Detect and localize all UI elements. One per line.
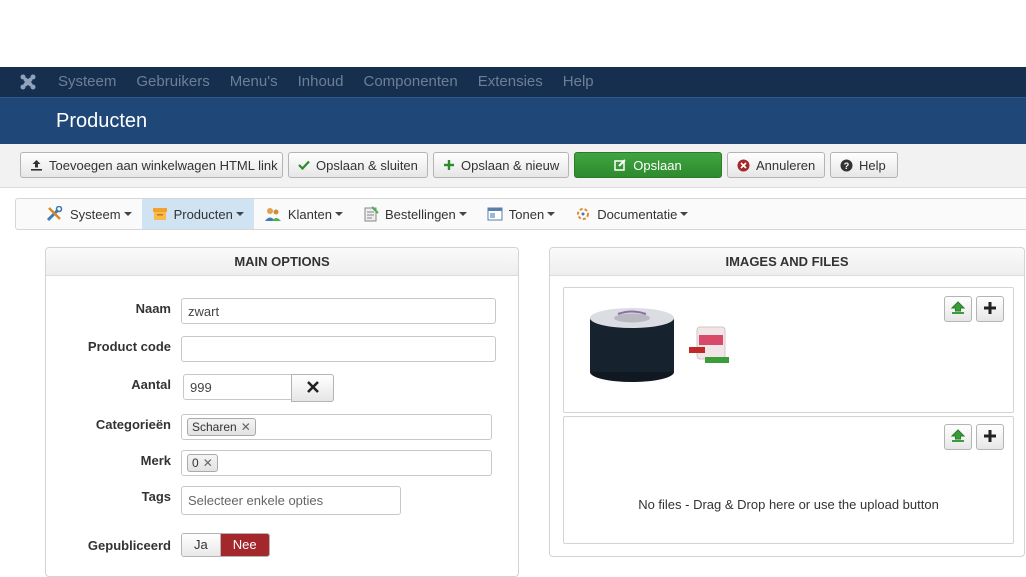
name-input[interactable]: zwart [181, 298, 496, 324]
edit-icon [614, 159, 627, 171]
main-options-heading: MAIN OPTIONS [46, 248, 518, 276]
cancel-button[interactable]: Annuleren [727, 152, 825, 178]
display-window-icon [487, 207, 503, 221]
submenu-documentatie[interactable]: Documentatie [565, 199, 698, 229]
tags-label: Tags [141, 489, 171, 504]
upload-icon [30, 159, 43, 171]
clear-quantity-button[interactable] [291, 374, 334, 402]
submenu-producten[interactable]: Producten [141, 199, 254, 229]
topnav-help[interactable]: Help [553, 67, 604, 97]
customers-icon [264, 206, 282, 222]
component-submenu: Systeem Producten Klanten Bestellingen T… [15, 198, 1026, 230]
tags-input[interactable]: Selecteer enkele opties [181, 486, 401, 515]
orders-icon [363, 206, 379, 222]
published-no-option[interactable]: Nee [220, 534, 269, 556]
close-icon [306, 380, 320, 397]
submenu-klanten[interactable]: Klanten [254, 199, 353, 229]
submenu-systeem[interactable]: Systeem [36, 199, 142, 229]
save-new-button[interactable]: Opslaan & nieuw [433, 152, 569, 178]
topnav-inhoud[interactable]: Inhoud [288, 67, 354, 97]
no-files-message: No files - Drag & Drop here or use the u… [638, 497, 939, 512]
page-title: Producten [56, 110, 148, 132]
check-icon [298, 160, 310, 170]
product-image-tape-roll[interactable] [588, 306, 676, 387]
save-close-button[interactable]: Opslaan & sluiten [288, 152, 428, 178]
product-image-package[interactable] [689, 325, 731, 368]
topnav-gebruikers[interactable]: Gebruikers [126, 67, 219, 97]
submenu-bestellingen[interactable]: Bestellingen [353, 199, 477, 229]
quantity-label: Aantal [131, 377, 171, 392]
topnav-extensies[interactable]: Extensies [468, 67, 553, 97]
main-options-panel: MAIN OPTIONS [45, 247, 519, 577]
page-title-bar: Producten [0, 97, 1026, 144]
topnav-componenten[interactable]: Componenten [354, 67, 468, 97]
upload-image-button[interactable] [944, 296, 972, 322]
product-code-label: Product code [87, 339, 171, 354]
topnav-menus[interactable]: Menu's [220, 67, 288, 97]
product-code-input[interactable] [181, 336, 496, 362]
cancel-circle-icon [737, 159, 750, 172]
save-button[interactable]: Opslaan [574, 152, 722, 178]
published-toggle: Ja Nee [181, 533, 270, 557]
plus-icon [983, 429, 997, 446]
help-button[interactable]: ? Help [830, 152, 898, 178]
action-toolbar: Toevoegen aan winkelwagen HTML link Opsl… [0, 144, 1026, 188]
add-to-cart-link-button[interactable]: Toevoegen aan winkelwagen HTML link [20, 152, 283, 178]
add-file-button[interactable] [976, 424, 1004, 450]
add-image-button[interactable] [976, 296, 1004, 322]
plus-icon [983, 301, 997, 318]
tools-icon [46, 206, 64, 222]
documentation-icon [575, 206, 591, 222]
upload-arrow-icon [950, 300, 966, 318]
admin-top-nav: Systeem Gebruikers Menu's Inhoud Compone… [0, 67, 1026, 97]
upload-file-button[interactable] [944, 424, 972, 450]
published-yes-option[interactable]: Ja [182, 534, 221, 556]
submenu-tonen[interactable]: Tonen [477, 199, 565, 229]
remove-chip-icon[interactable]: ✕ [241, 420, 251, 434]
images-files-heading: IMAGES AND FILES [550, 248, 1024, 276]
categories-select[interactable]: Scharen ✕ [181, 414, 492, 440]
quantity-input[interactable]: 999 [183, 374, 293, 400]
upload-arrow-icon [950, 428, 966, 446]
categories-label: Categorieën [95, 417, 171, 432]
remove-chip-icon[interactable]: ✕ [203, 456, 213, 470]
topnav-systeem[interactable]: Systeem [48, 67, 126, 97]
brand-select[interactable]: 0 ✕ [181, 450, 492, 476]
svg-text:?: ? [844, 161, 850, 171]
products-box-icon [152, 206, 168, 222]
brand-label: Merk [140, 453, 171, 468]
name-label: Naam [135, 301, 171, 316]
published-label: Gepubliceerd [87, 538, 171, 553]
joomla-logo-icon[interactable] [8, 67, 48, 97]
category-chip[interactable]: Scharen ✕ [187, 418, 256, 436]
plus-icon [443, 159, 455, 171]
question-circle-icon: ? [840, 159, 853, 172]
brand-chip[interactable]: 0 ✕ [187, 454, 218, 472]
